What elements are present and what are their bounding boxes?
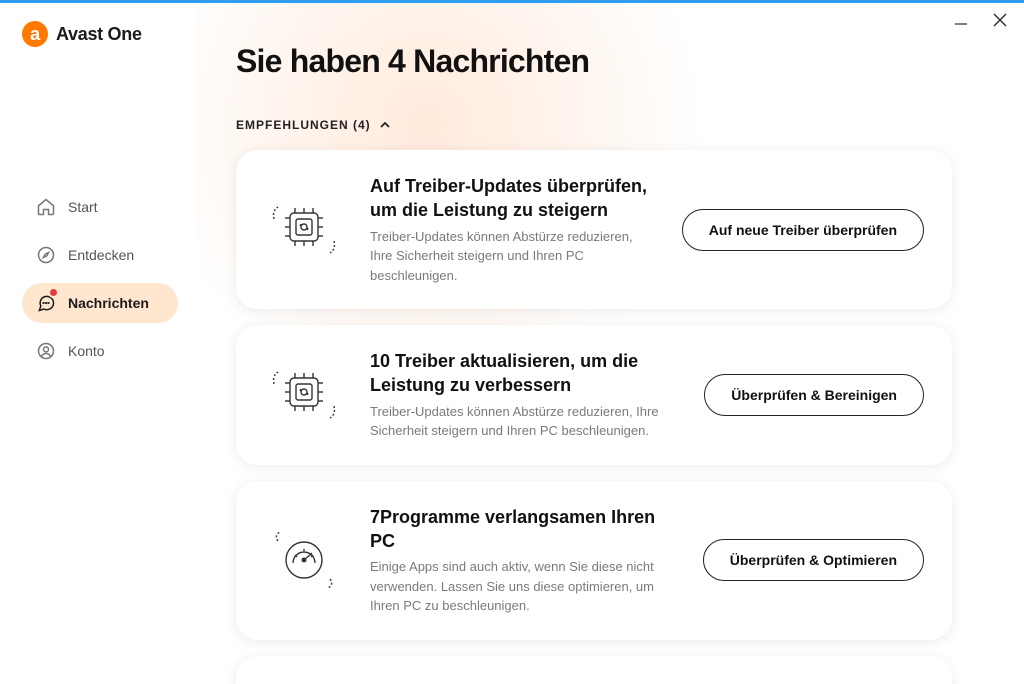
sidebar-item-start[interactable]: Start <box>22 187 178 227</box>
card-title: Auf Treiber-Updates überprüfen, um die L… <box>370 174 656 223</box>
sidebar-item-entdecken[interactable]: Entdecken <box>22 235 178 275</box>
chevron-up-icon <box>379 119 391 131</box>
recommendation-card: Remove browsing data to increase privacy… <box>236 656 952 684</box>
sidebar-item-label: Nachrichten <box>68 295 149 311</box>
card-description: Treiber-Updates können Abstürze reduzier… <box>370 402 678 441</box>
cpu-refresh-icon <box>264 363 344 427</box>
recommendation-card: 7Programme verlangsamen Ihren PC Einige … <box>236 481 952 640</box>
sidebar: a Avast One Start Entdecken Nachrichten … <box>0 3 196 684</box>
notification-badge <box>48 287 59 298</box>
compass-icon <box>36 245 56 265</box>
section-label: EMPFEHLUNGEN (4) <box>236 118 371 132</box>
review-optimize-button[interactable]: Überprüfen & Optimieren <box>703 539 924 581</box>
minimize-button[interactable] <box>954 13 968 32</box>
recommendation-card: Auf Treiber-Updates überprüfen, um die L… <box>236 150 952 309</box>
sidebar-item-label: Konto <box>68 343 105 359</box>
sidebar-nav: Start Entdecken Nachrichten Konto <box>22 187 178 371</box>
sidebar-item-label: Start <box>68 199 98 215</box>
card-description: Treiber-Updates können Abstürze reduzier… <box>370 227 656 286</box>
main-content: Sie haben 4 Nachrichten EMPFEHLUNGEN (4) <box>196 3 1024 684</box>
card-description: Einige Apps sind auch aktiv, wenn Sie di… <box>370 557 677 616</box>
card-title: 7Programme verlangsamen Ihren PC <box>370 505 677 554</box>
review-clean-button[interactable]: Überprüfen & Bereinigen <box>704 374 924 416</box>
sidebar-item-label: Entdecken <box>68 247 134 263</box>
user-icon <box>36 341 56 361</box>
recommendation-card: 10 Treiber aktualisieren, um die Leistun… <box>236 325 952 465</box>
app-logo: a Avast One <box>22 21 178 47</box>
close-button[interactable] <box>992 12 1008 33</box>
card-title: 10 Treiber aktualisieren, um die Leistun… <box>370 349 678 398</box>
app-name: Avast One <box>56 24 142 45</box>
avast-logo-icon: a <box>18 17 51 50</box>
recommendations-toggle[interactable]: EMPFEHLUNGEN (4) <box>236 118 952 132</box>
sidebar-item-konto[interactable]: Konto <box>22 331 178 371</box>
check-drivers-button[interactable]: Auf neue Treiber überprüfen <box>682 209 924 251</box>
home-icon <box>36 197 56 217</box>
page-title: Sie haben 4 Nachrichten <box>236 43 952 80</box>
sidebar-item-nachrichten[interactable]: Nachrichten <box>22 283 178 323</box>
card-title: Remove browsing data to increase privacy <box>370 680 728 684</box>
cpu-refresh-icon <box>264 198 344 262</box>
gauge-icon <box>264 528 344 592</box>
